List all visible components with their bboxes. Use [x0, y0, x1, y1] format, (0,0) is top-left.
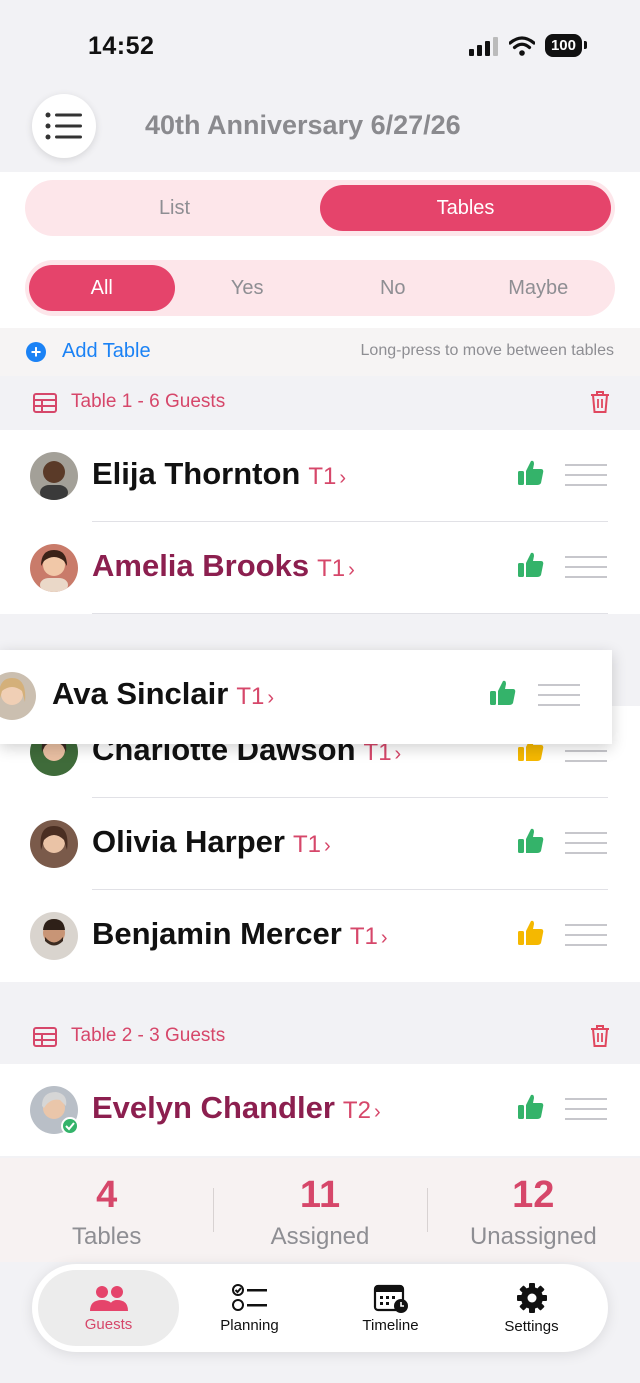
add-table-label[interactable]: Add Table — [62, 340, 151, 363]
guest-row[interactable]: Amelia Brooks T1 › — [0, 522, 640, 614]
checklist-icon — [231, 1283, 267, 1311]
rsvp-filter: All Yes No Maybe — [25, 260, 615, 316]
list-view-tab[interactable]: List — [29, 185, 320, 231]
status-bar: 14:52 100 — [0, 0, 640, 90]
stats-summary: 4 Tables 11 Assigned 12 Unassigned — [0, 1158, 640, 1262]
drag-handle[interactable] — [565, 556, 607, 586]
filter-all[interactable]: All — [29, 265, 175, 311]
dragging-guest-card[interactable]: Ava Sinclair T1 › — [0, 650, 612, 744]
tab-label: Settings — [504, 1317, 559, 1335]
stat-assigned: 11 Assigned — [213, 1158, 426, 1262]
battery-icon: 100 — [544, 34, 588, 57]
drag-handle[interactable] — [565, 832, 607, 862]
menu-button[interactable] — [32, 94, 96, 158]
avatar — [30, 820, 78, 868]
guest-name: Benjamin Mercer — [92, 916, 342, 951]
thumbs-up-icon — [518, 552, 544, 577]
avatar — [0, 672, 36, 720]
filter-no[interactable]: No — [320, 265, 466, 311]
avatar — [30, 912, 78, 960]
move-hint: Long-press to move between tables — [360, 342, 614, 359]
drag-handle[interactable] — [538, 684, 580, 714]
tab-planning[interactable]: Planning — [179, 1270, 320, 1346]
signal-icon — [468, 36, 498, 56]
thumbs-up-icon — [518, 920, 544, 945]
add-table-row: + Add Table Long-press to move between t… — [0, 328, 640, 376]
guest-row[interactable]: Evelyn Chandler T2 › — [0, 1064, 640, 1156]
tab-label: Planning — [220, 1316, 279, 1334]
avatar — [30, 452, 78, 500]
filter-maybe[interactable]: Maybe — [466, 265, 612, 311]
filter-yes[interactable]: Yes — [175, 265, 321, 311]
table-icon — [33, 1027, 57, 1047]
stat-label: Unassigned — [469, 1223, 597, 1250]
app-header: 40th Anniversary 6/27/26 — [0, 90, 640, 172]
drag-handle[interactable] — [565, 924, 607, 954]
table-tag: T1 — [236, 683, 265, 710]
chevron-right-icon: › — [380, 927, 388, 949]
list-menu-icon — [45, 112, 82, 140]
people-icon — [89, 1285, 128, 1311]
avatar — [30, 1086, 79, 1135]
guest-name: Ava Sinclair — [52, 676, 229, 711]
thumbs-up-icon — [518, 1094, 544, 1119]
avatar — [30, 544, 78, 592]
table-1-header: Table 1 - 6 Guests — [0, 376, 640, 430]
view-toggle: List Tables — [25, 180, 615, 236]
chevron-right-icon: › — [348, 559, 355, 581]
gear-icon — [516, 1282, 547, 1313]
stat-value: 4 — [96, 1174, 118, 1216]
guest-row[interactable]: Elija Thornton T1 › — [0, 430, 640, 522]
drag-handle[interactable] — [565, 1098, 607, 1128]
thumbs-up-icon — [518, 460, 544, 485]
tables-view-tab[interactable]: Tables — [320, 185, 611, 231]
trash-icon[interactable] — [590, 390, 610, 414]
table-tag: T2 — [342, 1097, 371, 1124]
add-table-button[interactable]: + — [26, 342, 46, 362]
tab-guests[interactable]: Guests — [38, 1270, 179, 1346]
guest-row[interactable]: Benjamin Mercer T1 › — [0, 890, 640, 982]
chevron-right-icon: › — [267, 687, 275, 709]
drag-handle[interactable] — [565, 740, 607, 770]
chevron-right-icon: › — [394, 743, 402, 765]
stat-value: 12 — [512, 1174, 555, 1216]
table-1-title: Table 1 - 6 Guests — [71, 391, 226, 412]
table-2-title: Table 2 - 3 Guests — [71, 1025, 226, 1046]
table-tag: T1 — [292, 831, 321, 858]
chevron-right-icon: › — [324, 835, 331, 857]
guest-row[interactable]: Olivia Harper T1 › — [0, 798, 640, 890]
guest-name: Olivia Harper — [92, 824, 285, 859]
table-tag: T1 — [349, 923, 378, 950]
tab-label: Guests — [84, 1315, 133, 1333]
table-2-header: Table 2 - 3 Guests — [0, 1010, 640, 1064]
thumbs-up-icon — [518, 828, 544, 853]
trash-icon[interactable] — [590, 1024, 610, 1048]
table-tag: T1 — [317, 555, 346, 582]
chevron-right-icon: › — [373, 1101, 381, 1123]
chevron-right-icon: › — [339, 467, 347, 489]
tab-settings[interactable]: Settings — [461, 1270, 602, 1346]
stat-label: Tables — [71, 1223, 142, 1250]
calendar-clock-icon — [373, 1284, 408, 1313]
thumbs-up-icon — [490, 680, 516, 705]
status-time: 14:52 — [88, 32, 155, 60]
tab-bar: Guests Planning Timeline Settings — [32, 1264, 608, 1352]
stat-unassigned: 12 Unassigned — [426, 1158, 640, 1262]
stat-value: 11 — [299, 1174, 341, 1216]
drag-handle[interactable] — [565, 464, 607, 494]
guest-name: Evelyn Chandler — [92, 1090, 335, 1125]
table-icon — [33, 393, 57, 413]
guest-name: Amelia Brooks — [92, 548, 310, 583]
stat-label: Assigned — [270, 1223, 370, 1250]
guest-name: Elija Thornton — [92, 456, 301, 491]
table-tag: T1 — [308, 463, 337, 490]
stat-tables: 4 Tables — [0, 1158, 213, 1262]
page-title: 40th Anniversary 6/27/26 — [145, 110, 461, 140]
wifi-icon — [508, 35, 535, 56]
tab-label: Timeline — [362, 1316, 419, 1334]
tab-timeline[interactable]: Timeline — [320, 1270, 461, 1346]
